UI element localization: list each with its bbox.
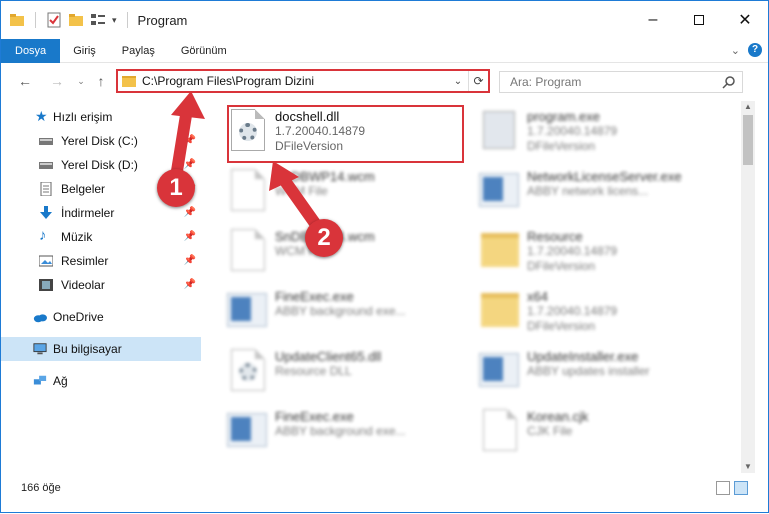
- arrow-1: [171, 91, 205, 177]
- callout-badge-2: 2: [305, 219, 343, 257]
- arrow-2: [269, 161, 325, 235]
- tutorial-arrows: [171, 91, 325, 235]
- callout-badge-1: 1: [157, 169, 195, 207]
- explorer-window: ▾ Program – ✕ Dosya Giriş Paylaş Görünüm…: [0, 0, 769, 513]
